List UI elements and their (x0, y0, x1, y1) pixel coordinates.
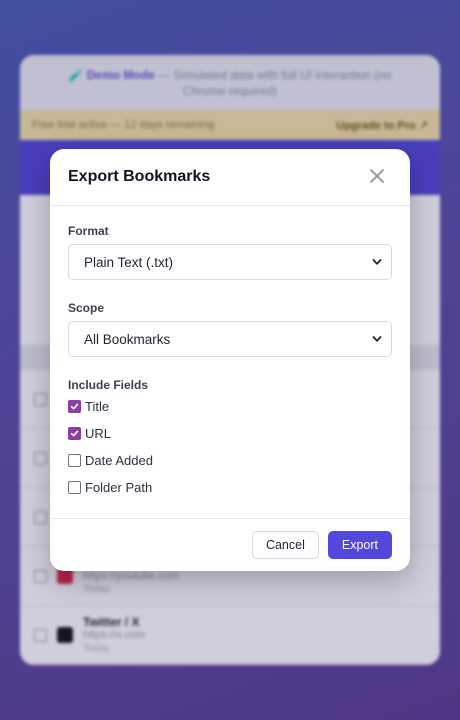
checkbox[interactable] (68, 481, 81, 494)
format-label: Format (68, 224, 109, 238)
chevron-down-icon (372, 336, 382, 342)
field-checkbox-label: Folder Path (85, 480, 153, 495)
dialog-body: Format Plain Text (.txt) Scope All Bookm… (50, 206, 410, 501)
include-fields-label: Include Fields (68, 378, 149, 392)
format-select-value: Plain Text (.txt) (84, 254, 174, 270)
field-checkbox-row[interactable]: Folder Path (68, 474, 392, 501)
dialog-header: Export Bookmarks (50, 149, 410, 206)
cancel-button[interactable]: Cancel (251, 531, 319, 559)
export-button[interactable]: Export (327, 531, 392, 559)
field-checkbox-label: URL (85, 426, 112, 441)
close-button[interactable] (368, 167, 386, 185)
field-checkbox-row[interactable]: URL (68, 420, 392, 447)
close-icon (370, 169, 384, 183)
dialog-title: Export Bookmarks (68, 168, 211, 185)
field-checkbox-row[interactable]: Title (68, 393, 392, 420)
checkmark-icon (70, 430, 79, 437)
field-checkbox-label: Date Added (85, 453, 153, 468)
checkbox[interactable] (68, 427, 81, 440)
include-fields-list: Title URL Date Added Folder Path (68, 393, 392, 501)
checkbox[interactable] (68, 400, 81, 413)
format-select[interactable]: Plain Text (.txt) (68, 244, 392, 280)
checkmark-icon (70, 403, 79, 410)
chevron-down-icon (372, 259, 382, 265)
dialog-footer: Cancel Export (50, 518, 410, 571)
scope-select-value: All Bookmarks (84, 331, 171, 347)
field-checkbox-label: Title (85, 399, 110, 414)
scope-select[interactable]: All Bookmarks (68, 321, 392, 357)
field-checkbox-row[interactable]: Date Added (68, 447, 392, 474)
scope-label: Scope (68, 301, 105, 315)
checkbox[interactable] (68, 454, 81, 467)
export-bookmarks-dialog: Export Bookmarks Format Plain Text (.txt… (50, 149, 410, 571)
